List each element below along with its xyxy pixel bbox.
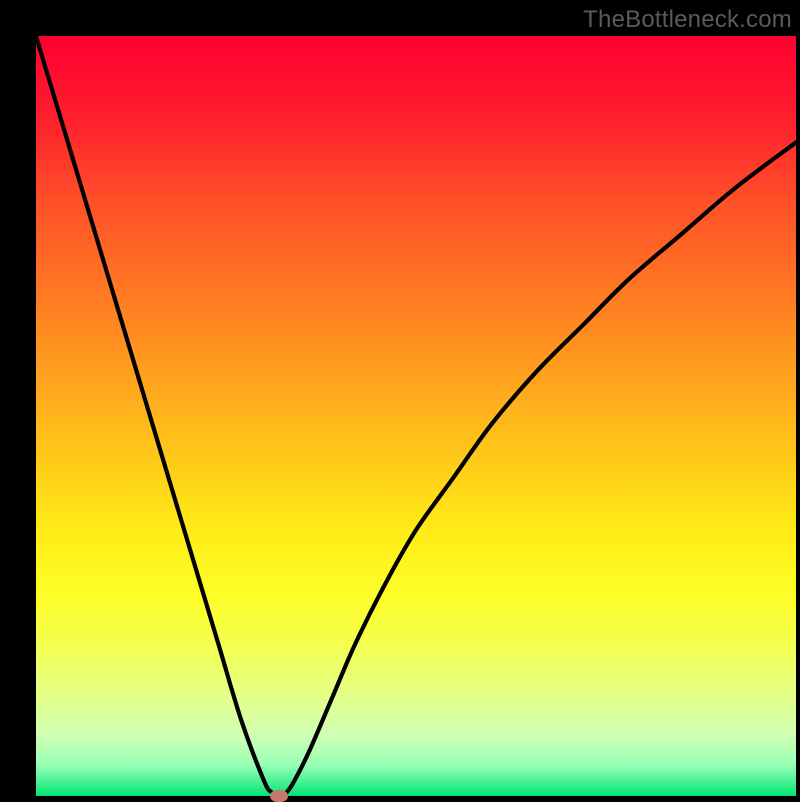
bottleneck-curve — [36, 36, 796, 796]
chart-frame: TheBottleneck.com — [0, 0, 800, 800]
chart-plot-area — [36, 36, 796, 796]
curve-path — [36, 36, 796, 796]
optimal-point-marker — [270, 790, 288, 802]
watermark-text: TheBottleneck.com — [583, 6, 792, 34]
